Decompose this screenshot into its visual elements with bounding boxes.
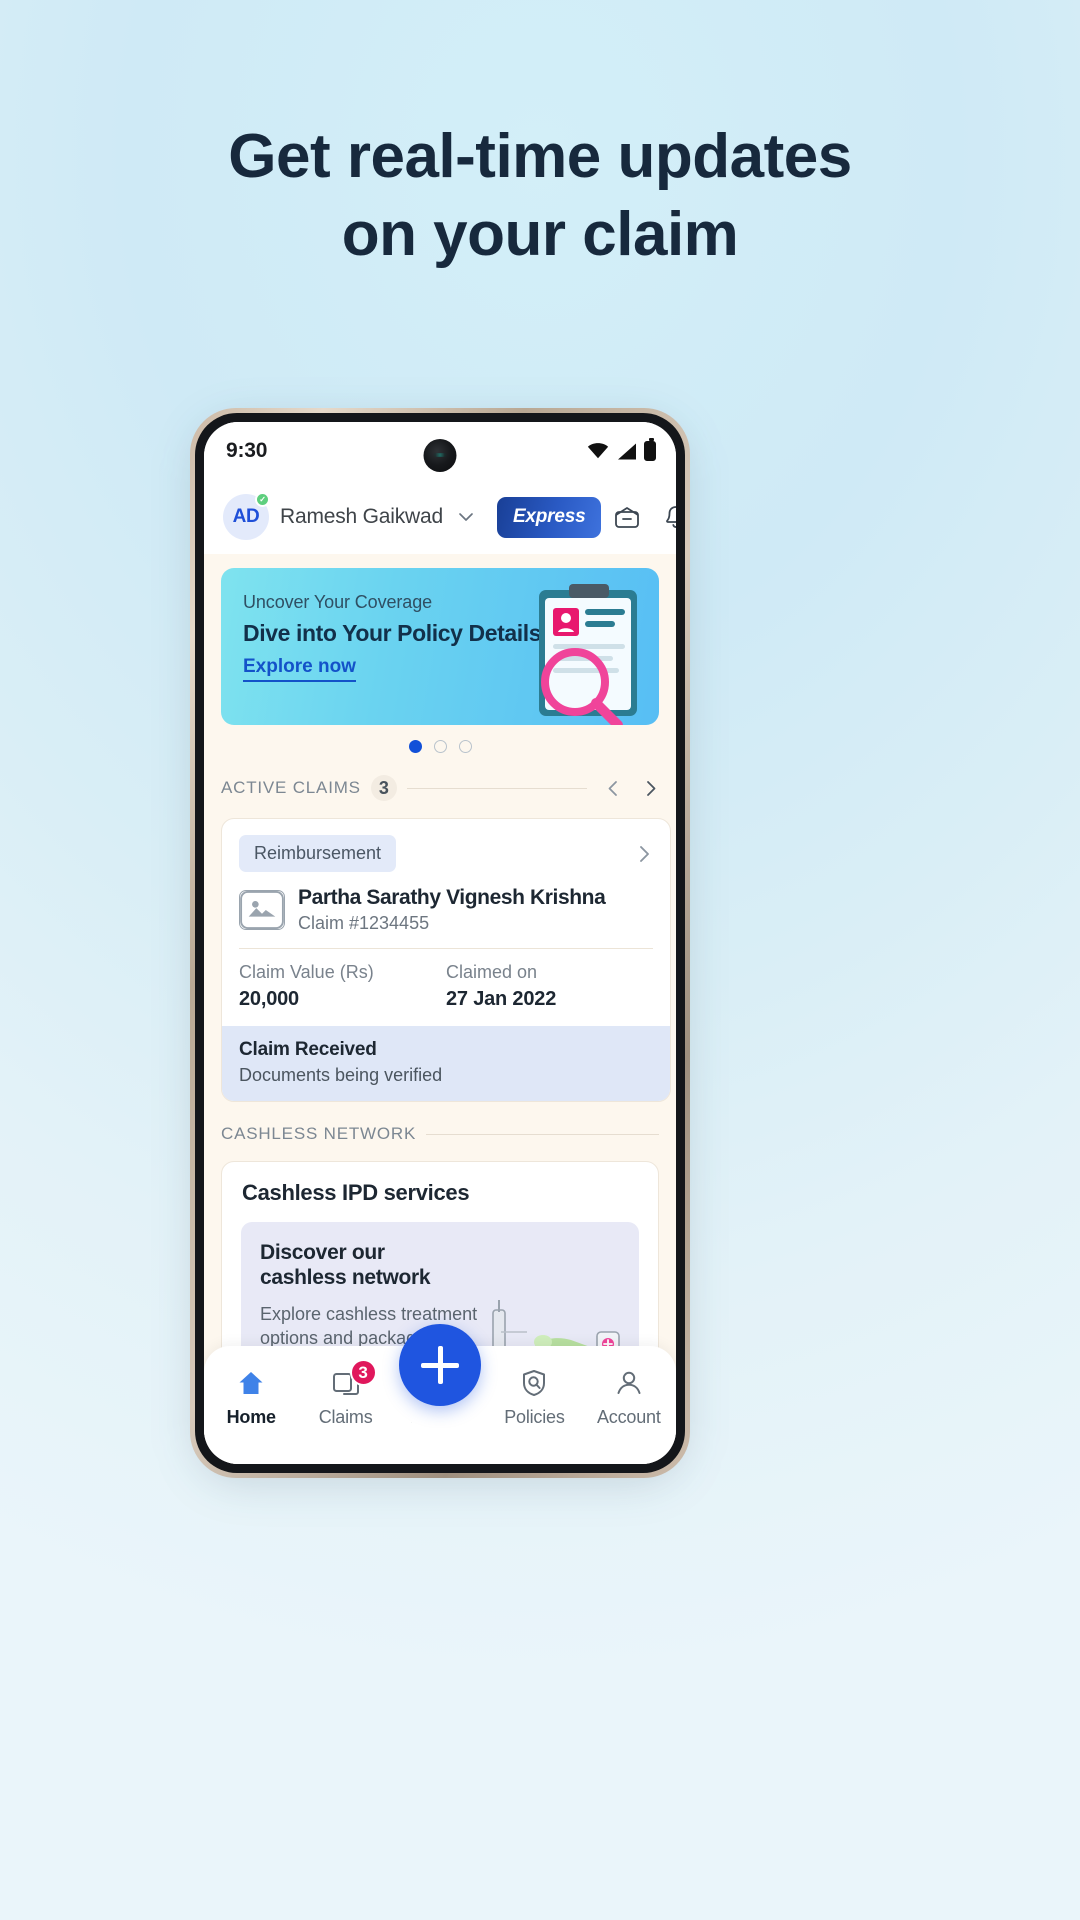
headline-line-2: on your claim [341, 200, 739, 270]
claim-meta-row: Claim Value (Rs) 20,000 Claimed on 27 Ja… [222, 949, 670, 1026]
carousel-dot-2[interactable] [433, 740, 447, 753]
claim-card-top: Reimbursement Partha Sarathy Vignesh Kri… [222, 819, 670, 934]
phone-bezel: 9:30 AD ✓ Ramesh Gaikwad Express Uncover… [195, 413, 685, 1473]
cashless-promo-title: Discover our cashless network [260, 1240, 620, 1290]
claim-date: 27 Jan 2022 [446, 988, 557, 1011]
avatar[interactable]: AD ✓ [223, 492, 270, 540]
nav-item-home[interactable]: Home [204, 1368, 298, 1428]
wallet-icon[interactable] [612, 502, 642, 532]
chevron-down-icon[interactable] [456, 507, 476, 527]
cashless-network-title: CASHLESS NETWORK [221, 1124, 417, 1144]
bottom-navigation: Home 3 Claims Policies Account [204, 1324, 676, 1464]
banner-carousel-dots[interactable] [204, 740, 676, 753]
claims-badge: 3 [349, 1359, 377, 1386]
claim-person-info: Partha Sarathy Vignesh Krishna Claim #12… [298, 886, 606, 934]
section-divider [406, 787, 587, 789]
status-time: 9:30 [226, 439, 268, 462]
carousel-dot-3[interactable] [458, 740, 472, 753]
section-divider [426, 1133, 659, 1135]
claim-type-chip: Reimbursement [239, 835, 397, 872]
promo-banner[interactable]: Uncover Your Coverage Dive into Your Pol… [221, 568, 659, 725]
active-claims-title: ACTIVE CLAIMS [221, 778, 361, 797]
cashless-card-title: Cashless IPD services [242, 1180, 470, 1206]
nav-item-actions[interactable]: Actions [391, 1324, 490, 1432]
claim-person-row: Partha Sarathy Vignesh Krishna Claim #12… [239, 886, 653, 934]
claim-date-col: Claimed on 27 Jan 2022 [446, 962, 653, 1011]
phone-screen: 9:30 AD ✓ Ramesh Gaikwad Express Uncover… [204, 422, 676, 1464]
carousel-dot-1[interactable] [408, 740, 422, 753]
front-camera-punchhole [423, 439, 457, 472]
phone-frame: 9:30 AD ✓ Ramesh Gaikwad Express Uncover… [190, 408, 690, 1478]
home-icon [236, 1368, 266, 1398]
marketing-headline: Get real-time updates on your claim [0, 118, 1080, 274]
nav-item-claims[interactable]: 3 Claims [298, 1359, 392, 1428]
app-scroll-body[interactable]: Uncover Your Coverage Dive into Your Pol… [204, 554, 676, 1464]
chevron-right-icon[interactable] [635, 845, 653, 863]
claims-carousel-arrows [597, 780, 659, 797]
claim-status-subtitle: Documents being verified [239, 1065, 443, 1086]
claim-date-label: Claimed on [446, 962, 538, 983]
status-icons [587, 438, 656, 461]
claim-type-row: Reimbursement [239, 835, 653, 872]
verified-badge-icon: ✓ [255, 492, 270, 507]
phone-mockup: 9:30 AD ✓ Ramesh Gaikwad Express Uncover… [190, 408, 690, 1482]
signal-icon [618, 443, 636, 459]
claim-person-name: Partha Sarathy Vignesh Krishna [298, 886, 606, 909]
nav-label-home: Home [226, 1407, 276, 1427]
user-name[interactable]: Ramesh Gaikwad [280, 505, 443, 529]
insurance-policy-illustration-icon [539, 584, 637, 725]
shield-search-icon [519, 1368, 549, 1398]
cashless-network-section-header: CASHLESS NETWORK [221, 1124, 659, 1144]
status-bar: 9:30 [204, 422, 676, 480]
claims-carousel[interactable]: Reimbursement Partha Sarathy Vignesh Kri… [221, 818, 676, 1103]
active-claims-count: 3 [370, 775, 397, 801]
claim-photo-icon [239, 890, 285, 931]
claims-icon: 3 [331, 1359, 377, 1398]
app-header: AD ✓ Ramesh Gaikwad Express [204, 480, 676, 554]
claim-value-col: Claim Value (Rs) 20,000 [239, 962, 446, 1011]
claim-number: Claim #1234455 [298, 913, 430, 934]
battery-icon [644, 438, 656, 461]
nav-item-account[interactable]: Account [582, 1368, 676, 1428]
person-icon [614, 1368, 644, 1398]
banner-explore-link[interactable]: Explore now [243, 656, 356, 682]
nav-item-policies[interactable]: Policies [487, 1368, 581, 1428]
plus-fab-icon[interactable] [399, 1324, 482, 1406]
avatar-initials: AD [232, 506, 260, 527]
nav-label-account: Account [597, 1407, 661, 1427]
claim-status-title: Claim Received [239, 1039, 377, 1061]
claim-status-band: Claim Received Documents being verified [222, 1026, 670, 1102]
chevron-left-icon[interactable] [605, 780, 622, 797]
claim-value: 20,000 [239, 988, 299, 1011]
cashless-promo-title-line1: Discover our [260, 1241, 385, 1265]
nav-label-policies: Policies [504, 1407, 565, 1427]
active-claims-section-header: ACTIVE CLAIMS 3 [221, 775, 659, 801]
wifi-icon [587, 443, 609, 459]
express-button[interactable]: Express [496, 496, 602, 538]
headline-line-1: Get real-time updates [228, 122, 852, 191]
claim-card[interactable]: Reimbursement Partha Sarathy Vignesh Kri… [221, 818, 671, 1103]
claim-value-label: Claim Value (Rs) [239, 962, 374, 983]
chevron-right-icon[interactable] [642, 780, 659, 797]
notification-bell-wrapper[interactable] [661, 502, 676, 532]
header-icon-group [612, 502, 676, 532]
cashless-promo-title-line2: cashless network [260, 1266, 431, 1290]
bell-icon [666, 506, 676, 528]
nav-label-claims: Claims [318, 1407, 373, 1427]
